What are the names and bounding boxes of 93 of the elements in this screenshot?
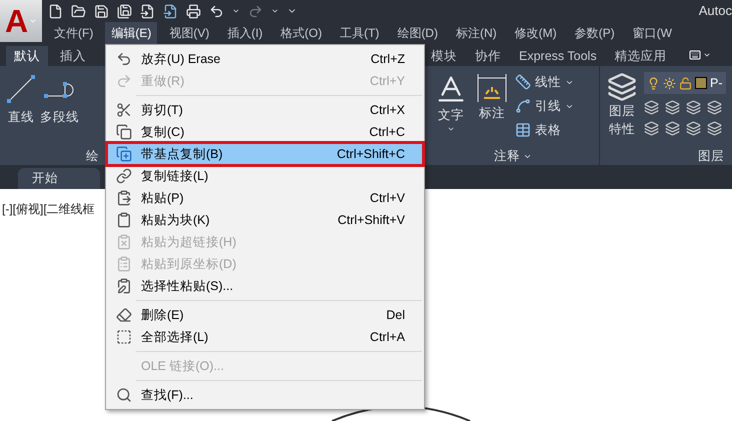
menu-bar-item[interactable]: 文件(F) xyxy=(48,22,100,44)
annotation-tool-button[interactable]: 线性 xyxy=(515,72,574,92)
layer-tool-icon[interactable] xyxy=(707,100,722,115)
menu-item[interactable]: 复制(C) Ctrl+C xyxy=(107,121,423,143)
dimension-icon xyxy=(476,72,508,104)
layers-icon xyxy=(607,72,637,102)
search-icon xyxy=(116,387,132,403)
ribbon-tab[interactable]: 模块 xyxy=(423,46,465,66)
ribbon-tab[interactable]: Express Tools xyxy=(511,46,605,66)
clipboard-icon xyxy=(116,212,132,228)
panel-title[interactable]: 绘 xyxy=(86,147,99,165)
file-import-icon[interactable] xyxy=(140,4,155,18)
menu-item[interactable]: 剪切(T) Ctrl+X xyxy=(107,99,423,121)
caret-icon xyxy=(29,17,38,25)
app-button[interactable]: A xyxy=(0,0,42,42)
save-icon[interactable] xyxy=(94,4,109,18)
menu-bar-item[interactable]: 绘图(D) xyxy=(391,22,444,44)
draw-tool-button[interactable]: 多段线 xyxy=(40,74,79,147)
menu-bar-item[interactable]: 插入(I) xyxy=(221,22,269,44)
panel-title[interactable]: 注释 xyxy=(427,147,599,165)
layer-name: P- xyxy=(710,74,722,92)
menu-bar-item[interactable]: 视图(V) xyxy=(163,22,216,44)
menu-bar-item[interactable]: 窗口(W xyxy=(626,22,678,44)
file-export-icon[interactable] xyxy=(163,4,178,18)
viewport-label[interactable]: [-][俯视][二维线框 xyxy=(2,202,95,216)
curve-icon xyxy=(515,98,531,114)
clipboard-icon xyxy=(116,256,132,272)
layer-tool-icon[interactable] xyxy=(644,121,659,136)
layer-tool-icon[interactable] xyxy=(686,121,701,136)
color-swatch-icon xyxy=(695,77,707,89)
menu-bar-item[interactable]: 工具(T) xyxy=(334,22,386,44)
layer-tool-icon[interactable] xyxy=(644,100,659,115)
text-tool-button[interactable]: 文字 xyxy=(433,72,469,147)
ruler-icon xyxy=(515,74,531,90)
save-as-icon[interactable] xyxy=(117,4,132,18)
clipboard-pen-icon xyxy=(116,278,132,294)
window-title: Autoc xyxy=(698,2,732,20)
layer-tool-icon[interactable] xyxy=(686,100,701,115)
folder-icon[interactable] xyxy=(71,4,86,18)
menu-bar-item[interactable]: 格式(O) xyxy=(274,22,328,44)
caret-icon xyxy=(702,51,711,59)
line-icon xyxy=(6,74,36,104)
printer-icon[interactable] xyxy=(186,4,201,18)
layer-dropdown[interactable]: P- xyxy=(644,72,726,94)
lightbulb-icon xyxy=(647,76,660,90)
keyboard-icon xyxy=(688,49,701,61)
menu-item[interactable]: 全部选择(L) Ctrl+A xyxy=(107,326,423,348)
menu-item[interactable]: 查找(F)... xyxy=(107,384,423,406)
menu-bar-item[interactable]: 编辑(E) xyxy=(105,22,158,44)
menu-bar-item[interactable]: 修改(M) xyxy=(508,22,563,44)
copy-plus-icon xyxy=(116,146,132,162)
draw-tool-button[interactable]: 直线 xyxy=(6,74,36,147)
copy-icon xyxy=(116,124,132,140)
selection-icon xyxy=(116,329,132,345)
link-icon xyxy=(116,168,132,184)
menu-item[interactable]: 复制链接(L) xyxy=(107,165,423,187)
unlock-icon xyxy=(679,76,692,90)
table-icon xyxy=(515,122,531,138)
redo-icon xyxy=(116,73,132,89)
menu-item[interactable]: 粘贴(P) Ctrl+V xyxy=(107,187,423,209)
tool-label: 图层 xyxy=(609,103,635,120)
layer-tool-icon[interactable] xyxy=(707,121,722,136)
clipboard-icon xyxy=(116,190,132,206)
new-file-icon[interactable] xyxy=(48,4,63,18)
file-tab[interactable]: 开始 xyxy=(18,168,100,189)
sun-icon xyxy=(663,76,676,90)
layer-tool-icon[interactable] xyxy=(665,121,680,136)
ribbon-tab[interactable]: 插入 xyxy=(52,46,94,66)
layer-properties-button[interactable]: 图层 特性 xyxy=(604,72,640,147)
layer-tool-icon[interactable] xyxy=(665,100,680,115)
ribbon-tab[interactable]: 默认 xyxy=(6,46,48,66)
menu-bar-item[interactable]: 参数(P) xyxy=(568,22,621,44)
ribbon-tab[interactable]: 协作 xyxy=(467,46,509,66)
menu-item[interactable]: 选择性粘贴(S)... xyxy=(107,275,423,297)
undo-icon xyxy=(116,51,132,67)
menu-item[interactable]: 删除(E) Del xyxy=(107,304,423,326)
scissors-icon xyxy=(116,102,132,118)
caret-icon[interactable] xyxy=(232,7,240,15)
clipboard-icon xyxy=(116,234,132,250)
caret-icon[interactable] xyxy=(271,7,279,15)
menu-item[interactable]: 放弃(U) Erase Ctrl+Z xyxy=(107,48,423,70)
menu-item[interactable]: 带基点复制(B) Ctrl+Shift+C xyxy=(107,143,423,165)
menu-item[interactable]: 粘贴为块(K) Ctrl+Shift+V xyxy=(107,209,423,231)
dimension-tool-button[interactable]: 标注 xyxy=(475,72,509,147)
tool-label: 特性 xyxy=(609,121,635,138)
ribbon-tab[interactable]: 精选应用 xyxy=(606,46,675,66)
undo-icon[interactable] xyxy=(209,4,224,18)
menu-bar-item[interactable]: 标注(N) xyxy=(450,22,503,44)
annotation-tool-button[interactable]: 引线 xyxy=(515,96,574,116)
panel-title[interactable]: 图层 xyxy=(698,147,724,165)
annotation-tool-button[interactable]: 表格 xyxy=(515,120,574,140)
eraser-icon xyxy=(116,307,132,323)
redo-icon[interactable] xyxy=(248,4,263,18)
